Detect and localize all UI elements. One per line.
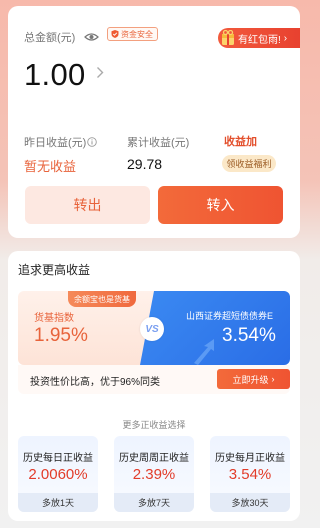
yesterday-earnings-value: 暂无收益 xyxy=(24,159,77,174)
chevron-right-icon: › xyxy=(283,32,288,44)
total-amount-label-row: 总金额(元) xyxy=(24,29,100,45)
option-card-title: 历史周周正收益 xyxy=(119,453,189,464)
total-balance[interactable]: 1.00 xyxy=(24,57,86,93)
transfer-in-button[interactable]: 转入 xyxy=(158,186,283,224)
up-arrow-icon xyxy=(194,339,214,365)
shield-icon xyxy=(111,30,119,38)
upgrade-now-label: 立即升级 xyxy=(232,374,269,385)
cumulative-earnings-value[interactable]: 29.78 xyxy=(127,156,162,172)
upgrade-now-button[interactable]: 立即升级 › xyxy=(217,369,290,389)
gift-icon xyxy=(222,30,234,45)
higher-yield-card: 追求更高收益 余额宝也是货基 货基指数 1.95% VS 山西证券超短债债券E … xyxy=(8,251,300,521)
earnings-welfare-button[interactable]: 领收益福利 xyxy=(222,155,276,172)
yield-comparison-banner[interactable]: 余额宝也是货基 货基指数 1.95% VS 山西证券超短债债券E 3.54% xyxy=(18,291,290,365)
yesterday-earnings-label: 昨日收益(元) xyxy=(24,137,87,149)
asset-card: 总金额(元) 资金安全 有红包雨! › 1.00 昨日收益(元) 暂无收益 累计… xyxy=(8,6,300,238)
bond-fund-rate: 3.54% xyxy=(222,325,276,346)
section-title: 追求更高收益 xyxy=(18,263,91,277)
more-options-title: 更多正收益选择 xyxy=(122,420,186,430)
info-icon[interactable] xyxy=(87,137,98,147)
option-card-holding-period: 多放30天 xyxy=(210,493,290,512)
total-amount-label: 总金额(元) xyxy=(24,32,76,44)
chevron-right-icon: › xyxy=(271,374,275,384)
option-card-monthly[interactable]: 历史每月正收益 3.54% 多放30天 xyxy=(210,436,290,512)
option-card-daily[interactable]: 历史每日正收益 2.0060% 多放1天 xyxy=(18,436,98,512)
option-card-rate: 3.54% xyxy=(228,466,272,483)
option-card-rate: 2.0060% xyxy=(28,466,88,483)
option-card-holding-period: 多放1天 xyxy=(18,493,98,512)
money-fund-index-name: 货基指数 xyxy=(34,313,74,324)
cumulative-earnings-label: 累计收益(元) xyxy=(127,137,190,149)
option-card-title: 历史每月正收益 xyxy=(215,453,285,464)
money-fund-tag: 余额宝也是货基 xyxy=(68,291,136,307)
earnings-boost-title[interactable]: 收益加 xyxy=(224,133,257,149)
vs-badge: VS xyxy=(140,317,164,341)
option-card-holding-period: 多放7天 xyxy=(114,493,194,512)
eye-icon[interactable] xyxy=(84,32,100,42)
upgrade-row: 投资性价比高，优于96%同类 立即升级 › xyxy=(18,365,290,394)
fund-safety-label: 资金安全 xyxy=(121,29,153,39)
option-card-rate: 2.39% xyxy=(132,466,176,483)
transfer-out-button[interactable]: 转出 xyxy=(25,186,150,224)
option-card-weekly[interactable]: 历史周周正收益 2.39% 多放7天 xyxy=(114,436,194,512)
upgrade-description: 投资性价比高，优于96%同类 xyxy=(30,377,161,388)
red-packet-promo-button[interactable]: 有红包雨! › xyxy=(218,28,300,48)
chevron-right-icon[interactable] xyxy=(96,66,104,79)
bond-fund-name: 山西证券超短债债券E xyxy=(186,311,274,321)
fund-safety-badge[interactable]: 资金安全 xyxy=(107,27,158,41)
option-card-title: 历史每日正收益 xyxy=(23,453,93,464)
promo-label: 有红包雨! xyxy=(238,34,281,46)
money-fund-index-rate: 1.95% xyxy=(34,325,88,346)
yesterday-earnings-label-row: 昨日收益(元) xyxy=(24,134,98,150)
